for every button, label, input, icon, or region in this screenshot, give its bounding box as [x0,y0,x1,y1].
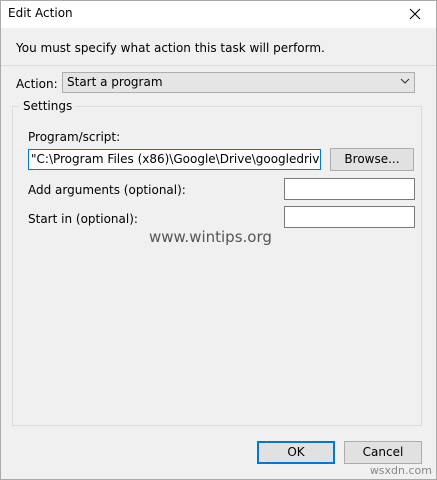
title-bar: Edit Action [0,0,437,28]
close-button[interactable] [393,0,437,28]
arguments-input[interactable] [284,178,415,200]
program-script-label: Program/script: [28,130,121,144]
close-icon [409,8,421,20]
browse-button[interactable]: Browse... [330,148,414,171]
instruction-text: You must specify what action this task w… [16,41,325,55]
action-selected-value: Start a program [67,75,163,89]
program-script-input[interactable]: "C:\Program Files (x86)\Google\Drive\goo… [28,149,321,170]
dialog-body: You must specify what action this task w… [1,28,436,480]
header-divider [1,65,436,66]
watermark-text: www.wintips.org [149,228,272,246]
arguments-label: Add arguments (optional): [28,183,186,197]
chevron-down-icon [400,78,410,84]
start-in-input[interactable] [284,206,415,228]
corner-watermark: wsxdn.com [369,464,432,477]
action-label: Action: [16,77,58,91]
window-title: Edit Action [8,6,73,20]
cancel-button[interactable]: Cancel [344,441,422,464]
ok-button[interactable]: OK [257,441,335,464]
settings-group-title: Settings [19,99,77,113]
program-script-value: "C:\Program Files (x86)\Google\Drive\goo… [31,152,320,166]
start-in-label: Start in (optional): [28,212,138,226]
action-dropdown[interactable]: Start a program [62,72,415,93]
